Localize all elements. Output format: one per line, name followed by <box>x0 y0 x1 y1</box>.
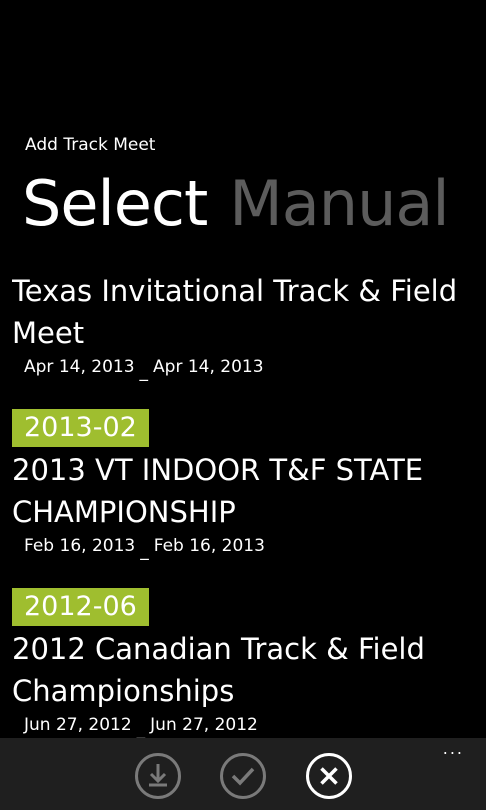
meet-dates: Jun 27, 2012 _ Jun 27, 2012 <box>24 714 472 738</box>
meet-start-date: Jun 27, 2012 <box>24 715 132 735</box>
meet-dates: Feb 16, 2013 _ Feb 16, 2013 <box>24 535 472 562</box>
cancel-button[interactable] <box>305 752 353 800</box>
meet-end-date: Feb 16, 2013 <box>153 536 265 556</box>
meet-name: 2013 VT INDOOR T&F STATE CHAMPIONSHIP <box>12 453 424 529</box>
date-separator: _ <box>140 541 149 561</box>
check-icon <box>220 753 266 799</box>
close-icon <box>306 753 352 799</box>
date-separator: _ <box>139 362 149 382</box>
meet-dates: Apr 14, 2013 _ Apr 14, 2013 <box>24 356 472 383</box>
meet-list: Texas Invitational Track & Field Meet Ap… <box>12 270 472 738</box>
pivot-header: Select Manual <box>22 164 471 244</box>
app-title: Add Track Meet <box>25 135 156 155</box>
month-tag[interactable]: 2013-02 <box>12 409 149 447</box>
meet-end-date: Apr 14, 2013 <box>153 357 264 377</box>
month-group-header[interactable]: 2012-06 <box>12 588 472 628</box>
meet-start-date: Apr 14, 2013 <box>24 357 135 377</box>
meet-name: Texas Invitational Track & Field Meet <box>12 274 458 350</box>
app-bar: ... <box>0 738 486 810</box>
meet-item[interactable]: Texas Invitational Track & Field Meet Ap… <box>12 270 472 383</box>
download-button[interactable] <box>134 752 182 800</box>
meet-end-date: Jun 27, 2012 <box>150 715 258 735</box>
meet-item[interactable]: 2013 VT INDOOR T&F STATE CHAMPIONSHIP Fe… <box>12 449 472 562</box>
download-icon <box>135 753 181 799</box>
date-separator: _ <box>136 720 146 738</box>
more-options-button[interactable]: ... <box>443 741 464 757</box>
meet-name: 2012 Canadian Track & Field Championship… <box>12 632 425 708</box>
month-tag[interactable]: 2012-06 <box>12 588 149 626</box>
pivot-item-manual[interactable]: Manual <box>229 164 449 244</box>
meet-item[interactable]: 2012 Canadian Track & Field Championship… <box>12 628 472 738</box>
meet-start-date: Feb 16, 2013 <box>24 536 136 556</box>
check-button[interactable] <box>219 752 267 800</box>
pivot-item-select[interactable]: Select <box>22 164 208 244</box>
month-group-header[interactable]: 2013-02 <box>12 409 472 449</box>
